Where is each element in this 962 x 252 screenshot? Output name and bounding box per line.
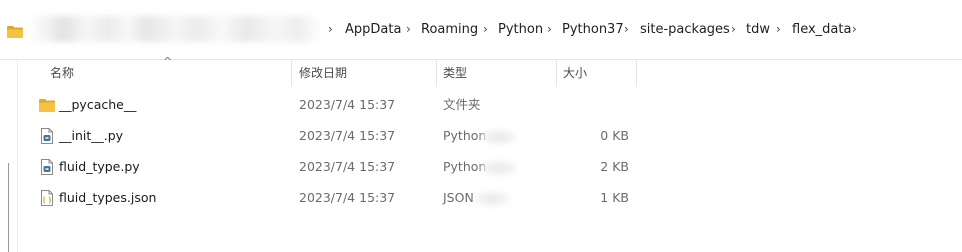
file-row-fluid-types-json[interactable]: fluid_types.json 2023/7/4 15:37 JSON 1 K… bbox=[30, 186, 650, 210]
breadcrumb-site-packages[interactable]: site-packages bbox=[640, 20, 730, 40]
list-pane-border bbox=[17, 60, 18, 252]
file-row-init-py[interactable]: __init__.py 2023/7/4 15:37 Python 0 KB bbox=[30, 124, 650, 148]
file-type: 文件夹 bbox=[443, 97, 481, 112]
file-size bbox=[570, 93, 629, 117]
file-date-modified: 2023/7/4 15:37 bbox=[299, 128, 396, 143]
blurred-path-segment bbox=[28, 16, 322, 42]
file-size: 1 KB bbox=[600, 190, 629, 205]
breadcrumb-appdata[interactable]: AppData bbox=[345, 20, 401, 40]
file-date-modified: 2023/7/4 15:37 bbox=[299, 97, 396, 112]
breadcrumb-flex-data[interactable]: flex_data bbox=[792, 20, 851, 40]
file-size: 0 KB bbox=[600, 128, 629, 143]
scrollbar[interactable] bbox=[8, 163, 9, 252]
chevron-right-icon: › bbox=[547, 22, 552, 36]
blurred-type-suffix bbox=[472, 190, 512, 208]
file-date-modified: 2023/7/4 15:37 bbox=[299, 190, 396, 205]
file-date-modified: 2023/7/4 15:37 bbox=[299, 159, 396, 174]
file-name: fluid_type.py bbox=[59, 159, 140, 174]
chevron-right-icon: › bbox=[624, 22, 629, 36]
file-name: fluid_types.json bbox=[59, 190, 157, 205]
breadcrumb-tdw[interactable]: tdw bbox=[746, 20, 770, 40]
breadcrumb-roaming[interactable]: Roaming bbox=[421, 20, 478, 40]
file-name: __init__.py bbox=[59, 128, 124, 143]
column-header-date-modified[interactable]: 修改日期 bbox=[293, 60, 437, 86]
chevron-right-icon: › bbox=[406, 22, 411, 36]
chevron-right-icon: › bbox=[731, 22, 736, 36]
breadcrumb-python37[interactable]: Python37 bbox=[562, 20, 624, 40]
python-file-icon bbox=[39, 128, 55, 144]
file-row-fluid-type-py[interactable]: fluid_type.py 2023/7/4 15:37 Python 2 KB bbox=[30, 155, 650, 179]
file-row-pycache[interactable]: __pycache__ 2023/7/4 15:37 文件夹 bbox=[30, 93, 650, 117]
breadcrumb-python[interactable]: Python bbox=[498, 20, 543, 40]
file-name: __pycache__ bbox=[59, 97, 137, 112]
chevron-right-icon: › bbox=[328, 22, 333, 36]
chevron-right-icon: › bbox=[483, 22, 488, 36]
column-header-type[interactable]: 类型 bbox=[437, 60, 557, 86]
chevron-right-icon: › bbox=[852, 22, 857, 36]
address-bar[interactable]: › AppData › Roaming › Python › Python37 … bbox=[0, 0, 962, 60]
python-file-icon bbox=[39, 159, 55, 175]
file-size: 2 KB bbox=[600, 159, 629, 174]
blurred-type-suffix bbox=[479, 159, 519, 177]
folder-icon bbox=[39, 97, 55, 113]
blurred-type-suffix bbox=[479, 128, 519, 146]
column-header-name[interactable]: 名称 bbox=[44, 60, 292, 86]
column-header-size[interactable]: 大小 bbox=[557, 60, 637, 86]
chevron-right-icon: › bbox=[776, 22, 781, 36]
json-file-icon bbox=[39, 190, 55, 206]
folder-icon bbox=[7, 23, 23, 38]
file-type: JSON bbox=[443, 190, 474, 205]
